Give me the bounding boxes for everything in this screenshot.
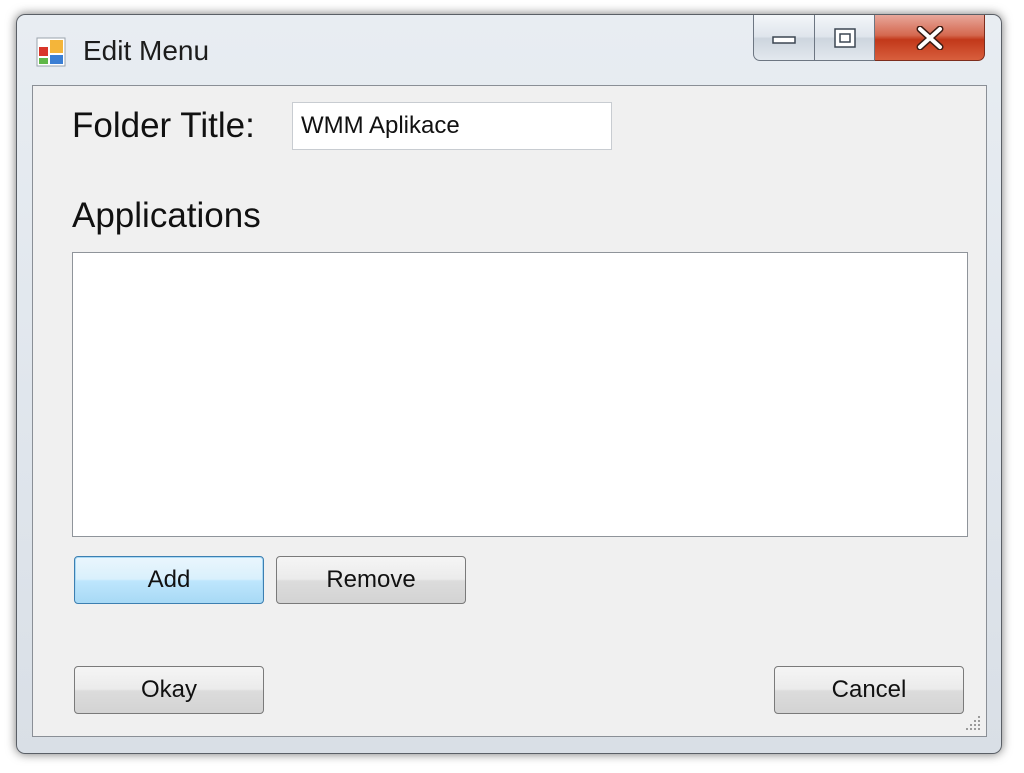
title-bar[interactable]: Edit Menu <box>17 15 1001 85</box>
minimize-icon <box>772 35 796 44</box>
resize-grip-icon[interactable] <box>964 714 982 732</box>
cancel-button[interactable]: Cancel <box>774 666 964 714</box>
minimize-button[interactable] <box>753 15 815 61</box>
window-title: Edit Menu <box>83 35 210 66</box>
close-icon <box>916 25 943 50</box>
close-button[interactable] <box>875 15 985 61</box>
dialog-client-area: Folder Title: Applications Add Remove Ok… <box>32 85 987 737</box>
remove-button[interactable]: Remove <box>276 556 466 604</box>
okay-button[interactable]: Okay <box>74 666 264 714</box>
maximize-button[interactable] <box>815 15 875 61</box>
applications-label: Applications <box>72 196 261 235</box>
app-window-icon <box>36 37 66 67</box>
edit-menu-window: Edit Menu Folder Title: WMM Aplikace App… <box>16 14 1002 754</box>
folder-title-input[interactable] <box>292 102 612 150</box>
maximize-icon <box>833 27 856 48</box>
window-controls <box>753 15 985 61</box>
add-button[interactable]: Add <box>74 556 264 604</box>
applications-listbox[interactable] <box>72 252 968 537</box>
folder-title-label: Folder Title: <box>72 106 255 145</box>
